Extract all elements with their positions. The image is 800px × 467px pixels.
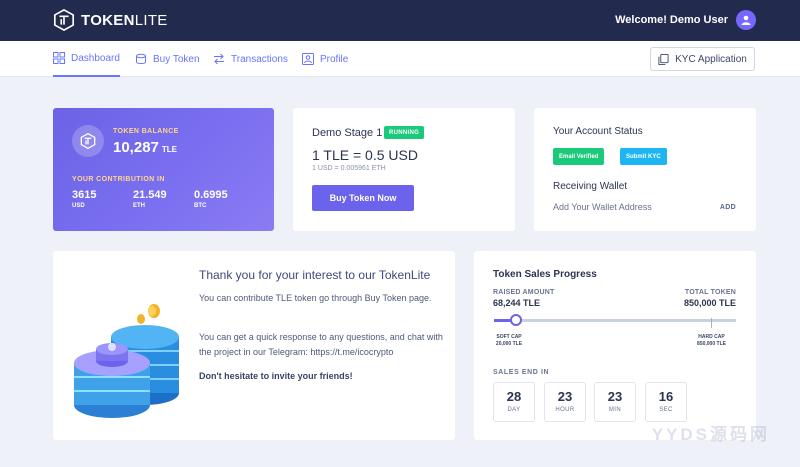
hard-cap-label: HARD CAP: [698, 334, 725, 340]
contribution-label: YOUR CONTRIBUTION IN: [72, 176, 165, 183]
sales-progress-bar: [494, 314, 736, 326]
hard-cap-tick: [711, 318, 712, 328]
watermark: YYDS源码网: [651, 425, 770, 444]
progress-title: Token Sales Progress: [493, 269, 597, 280]
invite-friends-text: Don't hesitate to invite your friends!: [199, 371, 353, 381]
soft-cap-value: 20,000 TLE: [495, 341, 523, 347]
kyc-button-label: KYC Application: [675, 53, 747, 65]
welcome-text: Welcome! Demo User: [615, 14, 728, 26]
token-sales-progress-card: Token Sales Progress RAISED AMOUNT 68,24…: [474, 251, 756, 440]
transfer-icon: [214, 53, 224, 65]
status-badge: RUNNING: [384, 126, 425, 139]
countdown-days: 28 DAY: [493, 382, 535, 422]
brand-logo[interactable]: TOKENLITE: [53, 9, 168, 31]
soft-cap: SOFT CAP 20,000 TLE: [494, 334, 524, 348]
email-verified-badge: Email Verified: [553, 148, 605, 165]
buy-token-button[interactable]: Buy Token Now: [312, 185, 414, 211]
sales-end-label: SALES END IN: [493, 369, 550, 376]
total-token-value: 850,000 TLE: [683, 298, 736, 308]
nav-label-profile: Profile: [320, 53, 349, 65]
kyc-application-button[interactable]: KYC Application: [650, 47, 755, 71]
token-rate-eth: 1 USD = 0.005961 ETH: [312, 165, 386, 172]
token-balance-card: TOKEN BALANCE 10,287 TLE YOUR CONTRIBUTIO…: [53, 108, 274, 231]
profile-icon: [302, 53, 314, 65]
stage-title: Demo Stage 1: [312, 127, 383, 139]
account-status-title: Your Account Status: [553, 126, 643, 137]
contribution-btc: 0.6995 BTC: [194, 189, 228, 209]
nav-item-buy-token[interactable]: Buy Token: [135, 41, 200, 77]
token-icon: [72, 125, 104, 157]
token-balance-label: TOKEN BALANCE: [113, 128, 179, 135]
grid-icon: [53, 52, 65, 64]
avatar[interactable]: [736, 10, 756, 30]
nav-item-profile[interactable]: Profile: [302, 41, 348, 77]
add-wallet-link[interactable]: ADD: [720, 204, 736, 211]
contribution-usd: 3615 USD: [72, 189, 97, 209]
user-icon: [741, 15, 751, 25]
nav-item-transactions[interactable]: Transactions: [213, 41, 288, 77]
welcome-paragraph-2: You can get a quick response to any ques…: [199, 332, 443, 357]
submit-kyc-button[interactable]: Submit KYC: [620, 148, 667, 165]
countdown-seconds: 16 SEC: [645, 382, 687, 422]
token-balance-value: 10,287 TLE: [113, 139, 177, 156]
soft-cap-label: SOFT CAP: [496, 334, 522, 340]
nav-label-buy-token: Buy Token: [153, 53, 200, 65]
main-nav: Dashboard Buy Token Transactions Profile…: [0, 41, 800, 77]
contribution-eth: 21.549 ETH: [133, 189, 167, 209]
nav-label-transactions: Transactions: [231, 53, 288, 65]
hard-cap: HARD CAP 850,000 TLE: [694, 334, 729, 348]
countdown-minutes: 23 MIN: [594, 382, 636, 422]
brand-name: TOKENLITE: [81, 11, 168, 29]
wallet-address-text: Add Your Wallet Address: [553, 202, 652, 212]
raised-amount-value: 68,244 TLE: [493, 298, 541, 308]
hard-cap-value: 850,000 TLE: [697, 341, 726, 347]
crypto-illustration: [74, 304, 179, 418]
token-rate: 1 TLE = 0.5 USD: [312, 147, 418, 163]
receiving-wallet-title: Receiving Wallet: [553, 181, 628, 192]
tokenlite-logo-icon: [54, 9, 74, 31]
document-icon: [658, 53, 669, 65]
stage-card: Demo Stage 1 RUNNING 1 TLE = 0.5 USD 1 U…: [293, 108, 515, 231]
raised-amount-label: RAISED AMOUNT: [493, 289, 555, 296]
welcome-card: Thank you for your interest to our Token…: [53, 251, 455, 440]
countdown-hours: 23 HOUR: [544, 382, 586, 422]
welcome-paragraph-1: You can contribute TLE token go through …: [199, 293, 432, 303]
account-status-card: Your Account Status Email Verified Submi…: [534, 108, 756, 231]
total-token-label: TOTAL TOKEN: [684, 289, 736, 296]
nav-label-dashboard: Dashboard: [71, 52, 120, 64]
coins-icon: [136, 53, 146, 64]
top-bar: TOKENLITE Welcome! Demo User: [0, 0, 800, 41]
nav-item-dashboard[interactable]: Dashboard: [53, 41, 120, 77]
welcome-title: Thank you for your interest to our Token…: [199, 268, 431, 282]
progress-marker: [509, 314, 522, 326]
